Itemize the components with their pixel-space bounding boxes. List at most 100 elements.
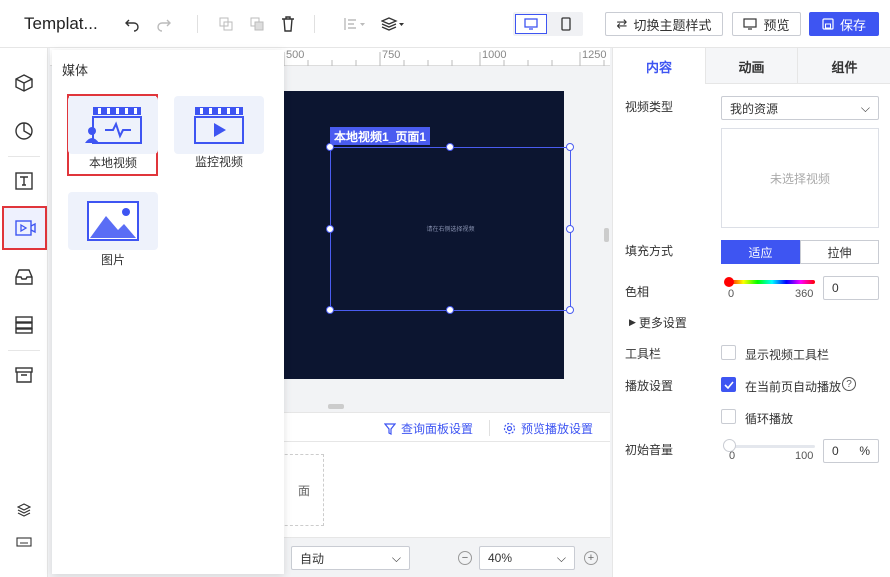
- mobile-icon[interactable]: [551, 14, 581, 34]
- gear-icon: [503, 422, 516, 435]
- volume-input[interactable]: 0 %: [823, 439, 879, 463]
- hue-slider-handle[interactable]: [724, 277, 734, 287]
- hue-max: 360: [795, 288, 814, 300]
- ruler-tick: 1000: [482, 49, 507, 61]
- rail-item-data[interactable]: [0, 302, 48, 348]
- component-tag[interactable]: 本地视频1_页面1: [330, 127, 431, 145]
- delete-icon[interactable]: [277, 13, 299, 35]
- image-icon[interactable]: [68, 192, 158, 250]
- pie-chart-icon: [15, 122, 33, 140]
- loop-checkbox[interactable]: [721, 409, 736, 424]
- ruler-tick: 750: [382, 49, 401, 61]
- vertical-scrollbar[interactable]: [604, 228, 609, 242]
- filter-icon: [384, 422, 396, 435]
- show-toolbar-label: 显示视频工具栏: [745, 348, 830, 362]
- zoom-select[interactable]: 40% ⌵: [479, 546, 575, 570]
- cube-icon: [15, 74, 33, 92]
- mode-select[interactable]: 自动 ⌵: [291, 546, 410, 570]
- volume-slider[interactable]: [729, 445, 815, 448]
- media-panel: 媒体 本地视频 监控视频 图片: [52, 50, 284, 574]
- device-switch: [513, 12, 583, 36]
- layers-icon: [17, 503, 31, 517]
- preview-play-settings-link[interactable]: 预览播放设置: [503, 420, 593, 437]
- hue-input[interactable]: 0: [823, 276, 879, 300]
- rail-item-keyboard[interactable]: [0, 532, 48, 552]
- video-icon: [14, 220, 36, 236]
- rail-item-containers[interactable]: [0, 254, 48, 300]
- video-type-select[interactable]: 我的资源 ⌵: [721, 96, 879, 120]
- redo-icon[interactable]: [153, 13, 175, 35]
- fill-mode-label: 填充方式: [625, 244, 674, 258]
- zoom-out-icon[interactable]: −: [458, 551, 472, 565]
- video-picker[interactable]: 未选择视频: [721, 128, 879, 228]
- divider: [489, 420, 490, 436]
- video-component[interactable]: 请在右侧选择视频: [326, 143, 574, 314]
- desktop-icon[interactable]: [515, 14, 547, 34]
- hue-label: 色相: [625, 285, 650, 299]
- archive-icon: [15, 367, 33, 383]
- properties-panel: 内容 动画 组件 视频类型 我的资源 ⌵ 未选择视频 填充方式 适应 拉伸 色相…: [612, 48, 890, 577]
- rail-item-archive[interactable]: [0, 352, 48, 398]
- resize-handle[interactable]: [326, 306, 334, 314]
- preview-button[interactable]: 预览: [732, 12, 801, 36]
- tab-component[interactable]: 组件: [797, 48, 890, 84]
- playback-label: 播放设置: [625, 379, 674, 393]
- query-settings-link[interactable]: 查询面板设置: [384, 420, 473, 437]
- mode-select-value: 自动: [300, 551, 325, 566]
- preview-label: 预览: [763, 17, 790, 33]
- align-icon[interactable]: [342, 13, 368, 35]
- resize-handle[interactable]: [566, 143, 574, 151]
- rail-item-charts[interactable]: [0, 108, 48, 154]
- hue-min: 0: [728, 288, 735, 300]
- copy-icon[interactable]: [215, 13, 237, 35]
- left-rail: [0, 48, 48, 577]
- paste-icon[interactable]: [246, 13, 268, 35]
- volume-label: 初始音量: [625, 443, 674, 457]
- media-item-label: 本地视频: [88, 156, 137, 170]
- help-icon[interactable]: ?: [842, 377, 856, 391]
- chevron-down-icon: ⌵: [391, 550, 401, 565]
- bottom-panel-content: 面: [264, 442, 610, 537]
- zoom-value: 40%: [488, 551, 513, 565]
- layers-icon[interactable]: [380, 13, 406, 35]
- resize-handle[interactable]: [326, 143, 334, 151]
- caret-right-icon: ▶: [629, 317, 636, 327]
- monitor-video-icon[interactable]: [174, 96, 264, 154]
- chevron-down-icon: ⌵: [860, 100, 870, 115]
- video-placeholder-text: 请在右侧选择视频: [426, 227, 475, 233]
- top-toolbar: Templat... ⇄ 切换主题样式 预览 保存: [0, 0, 890, 48]
- undo-icon[interactable]: [121, 13, 143, 35]
- text-icon: [15, 172, 33, 190]
- switch-theme-button[interactable]: ⇄ 切换主题样式: [605, 12, 723, 36]
- resize-handle[interactable]: [446, 306, 454, 314]
- app-title[interactable]: Templat...: [24, 14, 98, 34]
- rail-item-layers[interactable]: [0, 498, 48, 522]
- switch-icon: ⇄: [616, 16, 628, 31]
- tab-content[interactable]: 内容: [613, 48, 705, 84]
- fill-option-stretch[interactable]: 拉伸: [800, 240, 879, 264]
- more-settings-toggle[interactable]: ▶ 更多设置: [629, 314, 687, 331]
- tab-animation[interactable]: 动画: [705, 48, 797, 84]
- autoplay-checkbox[interactable]: [721, 377, 736, 392]
- page-thumbnail-label: 面: [297, 483, 310, 498]
- resize-handle[interactable]: [566, 306, 574, 314]
- zoom-in-icon[interactable]: +: [584, 551, 598, 565]
- media-item-label: 图片: [100, 253, 125, 267]
- check-icon: [723, 380, 734, 389]
- hue-slider[interactable]: [729, 280, 815, 284]
- server-icon: [15, 316, 33, 334]
- fill-option-fit[interactable]: 适应: [721, 240, 800, 264]
- no-video-text: 未选择视频: [769, 171, 830, 186]
- rail-item-text[interactable]: [0, 158, 48, 204]
- rail-item-components[interactable]: [0, 60, 48, 106]
- more-settings-label: 更多设置: [638, 316, 687, 330]
- horizontal-scrollbar[interactable]: [328, 404, 344, 409]
- media-item-local-video[interactable]: 本地视频: [67, 94, 158, 176]
- rail-item-media[interactable]: [2, 206, 47, 250]
- inbox-icon: [15, 269, 33, 285]
- save-icon: [822, 18, 834, 30]
- save-button[interactable]: 保存: [809, 12, 879, 36]
- show-toolbar-checkbox[interactable]: [721, 345, 736, 360]
- resize-handle[interactable]: [446, 143, 454, 151]
- monitor-icon: [743, 18, 758, 30]
